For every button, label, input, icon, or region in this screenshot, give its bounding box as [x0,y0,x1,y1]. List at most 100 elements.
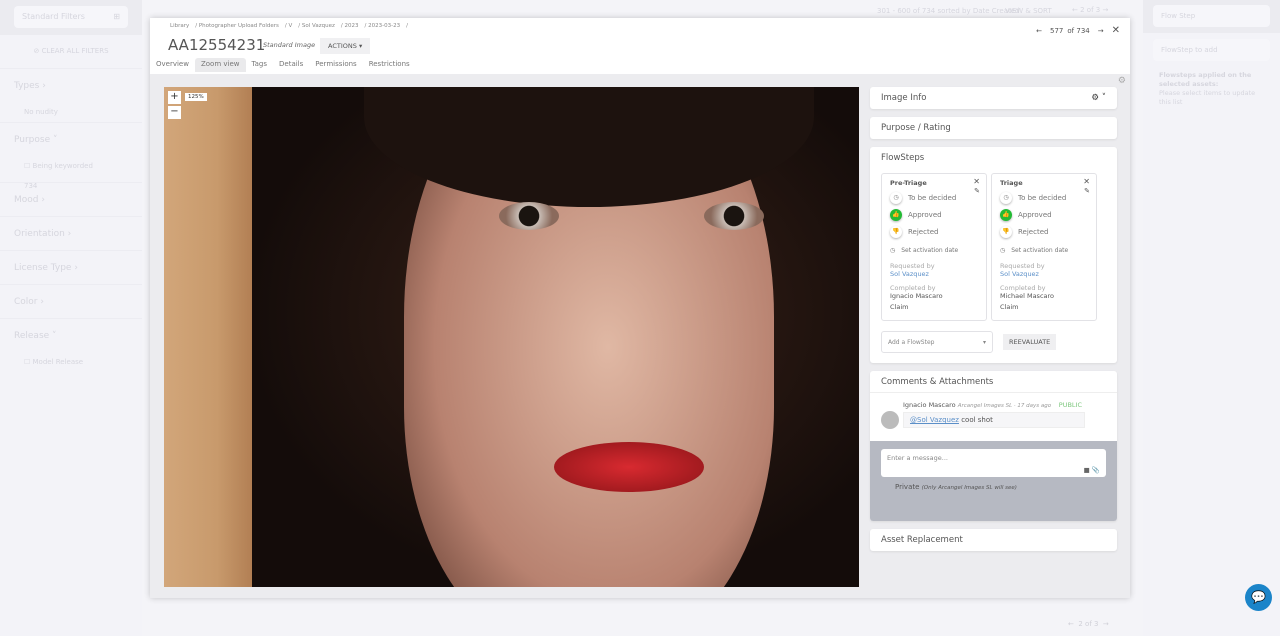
message-composer: Enter a message... ■ 📎 Private (Only Arc… [870,441,1117,521]
image-info-section[interactable]: Image Info ⚙ ˅ [870,87,1117,109]
filter-color[interactable]: Color › [0,284,142,318]
zoom-in-button[interactable]: + [168,91,181,104]
paperclip-icon[interactable]: 📎 [1092,466,1100,474]
edit-icon[interactable]: ✎ [1084,187,1090,195]
asset-replacement-section[interactable]: Asset Replacement [870,529,1117,551]
requested-by-link[interactable]: Sol Vazquez [890,270,978,278]
bottom-pagination: ← 2 of 3 → [1068,620,1109,628]
filter-sidebar: Standard Filters ⊞ ⊘ CLEAR ALL FILTERS Ty… [0,0,142,636]
model-release-checkbox[interactable]: ☐ Model Release [0,352,142,372]
zoom-controls: + − [168,91,181,119]
thumbs-up-icon: 👍 [1000,209,1012,221]
set-activation-date[interactable]: ◷ Set activation date [1000,247,1088,254]
modal-header: Library / Photographer Upload Folders / V /… [150,18,1130,74]
model-release-label: Model Release [32,358,84,366]
flowstep-sidebar: Flow Step FlowStep to add Flowsteps appl… [1143,0,1280,636]
state-approved[interactable]: 👍 Approved [890,209,978,221]
breadcrumb-item[interactable]: Library [170,23,189,29]
flowstep-name: Pre-Triage [890,179,927,187]
actions-label: ACTIONS [328,42,357,50]
purpose-rating-section[interactable]: Purpose / Rating [870,117,1117,139]
flowstep-card: Triage ✕ ✎ ◷ To be decided 👍 Approved 👎 Reje… [991,173,1097,321]
no-nudity-toggle[interactable]: No nudity [0,102,142,122]
remove-icon[interactable]: ✕ [973,177,980,186]
asset-position[interactable]: 577 [1050,27,1063,35]
page-number[interactable]: 2 [1080,6,1084,14]
comments-title: Comments & Attachments [881,377,994,387]
tab-permissions[interactable]: Permissions [309,58,362,72]
page-total: of 3 [1085,620,1099,628]
filter-purpose[interactable]: Purpose ˅ [0,122,142,156]
state-to-be-decided[interactable]: ◷ To be decided [890,192,978,204]
applied-hint: Please select items to update this list [1159,89,1256,106]
video-icon[interactable]: ■ [1084,466,1090,474]
asset-navigation: ← 577 of 734 → ✕ [1036,25,1120,36]
state-to-be-decided[interactable]: ◷ To be decided [1000,192,1088,204]
filter-license-type[interactable]: License Type › [0,250,142,284]
filter-release[interactable]: Release ˅ [0,318,142,352]
private-checkbox[interactable]: Private (Only Arcangel Images SL will se… [881,483,1106,491]
state-rejected[interactable]: 👎 Rejected [1000,226,1088,238]
state-rejected[interactable]: 👎 Rejected [890,226,978,238]
breadcrumb-item[interactable]: Photographer Upload Folders [199,23,279,29]
view-sort-button[interactable]: VIEW & SORT [1005,7,1052,15]
reevaluate-button[interactable]: REEVALUATE [1003,334,1057,350]
page-total: of 3 [1086,6,1101,14]
remove-icon[interactable]: ✕ [1083,177,1090,186]
filter-mood[interactable]: Mood › [0,182,142,216]
add-flowstep-select[interactable]: Add a FlowStep ▾ [881,331,993,353]
mention-link[interactable]: @Sol Vazquez [910,416,959,424]
state-label: To be decided [908,194,957,202]
flow-step-select[interactable]: Flow Step [1153,5,1270,27]
info-panel: Image Info ⚙ ˅ Purpose / Rating FlowSteps… [870,87,1117,559]
clock-icon: ◷ [890,192,902,204]
chat-support-button[interactable]: 💬 [1245,584,1272,611]
image-background [164,87,252,587]
save-filter-icon[interactable]: ⊞ [113,12,120,22]
claim-button[interactable]: Claim [1000,303,1088,311]
breadcrumb: Library / Photographer Upload Folders / V /… [170,23,408,29]
flowstep-to-add-select[interactable]: FlowStep to add [1153,39,1270,61]
state-label: Approved [1018,211,1052,219]
thumbs-down-icon: 👎 [1000,226,1012,238]
filter-types[interactable]: Types › [0,68,142,102]
next-asset-icon[interactable]: → [1098,27,1104,35]
breadcrumb-item[interactable]: 2023-03-23 [368,23,400,29]
set-activation-date[interactable]: ◷ Set activation date [890,247,978,254]
message-input[interactable]: Enter a message... ■ 📎 [881,449,1106,477]
filter-orientation[interactable]: Orientation › [0,216,142,250]
standard-filters-select[interactable]: Standard Filters ⊞ [14,6,128,28]
close-icon[interactable]: ✕ [1112,25,1120,36]
tab-tags[interactable]: Tags [246,58,274,72]
settings-icon[interactable]: ⚙ [1118,76,1126,86]
flowstep-name: Triage [1000,179,1023,187]
zoom-out-button[interactable]: − [168,106,181,119]
breadcrumb-item[interactable]: Sol Vazquez [302,23,335,29]
zoom-image-viewer[interactable]: + − 125% [164,87,859,587]
state-label: Rejected [1018,228,1049,236]
edit-icon[interactable]: ✎ [974,187,980,195]
asset-type: Standard Image [263,41,316,49]
completed-by: Michael Mascaro [1000,292,1055,300]
tab-restrictions[interactable]: Restrictions [363,58,416,72]
state-approved[interactable]: 👍 Approved [1000,209,1088,221]
tab-zoom-view[interactable]: Zoom view [194,58,246,72]
asset-total: of 734 [1067,26,1090,35]
completed-label: Completed by [890,284,936,292]
applied-title: Flowsteps applied on the selected assets… [1159,71,1252,88]
actions-button[interactable]: ACTIONS ▾ [320,38,371,54]
comment-author: Ignacio Mascaro [903,401,956,409]
tab-overview[interactable]: Overview [150,58,195,72]
tab-details[interactable]: Details [273,58,309,72]
flowsteps-section: FlowSteps Pre-Triage ✕ ✎ ◷ To be decided 👍… [870,147,1117,363]
clear-all-filters-button[interactable]: ⊘ CLEAR ALL FILTERS [14,44,128,59]
thumbs-down-icon: 👎 [890,226,902,238]
requested-by-link[interactable]: Sol Vazquez [1000,270,1088,278]
breadcrumb-item[interactable]: 2023 [345,23,359,29]
claim-button[interactable]: Claim [890,303,978,311]
page-number[interactable]: 2 [1078,620,1082,628]
prev-asset-icon[interactable]: ← [1036,27,1042,35]
gear-chevron-icon[interactable]: ⚙ ˅ [1091,87,1106,109]
breadcrumb-item[interactable]: V [289,23,293,29]
being-keyworded-checkbox[interactable]: ☐ Being keyworded 734 [0,156,142,190]
